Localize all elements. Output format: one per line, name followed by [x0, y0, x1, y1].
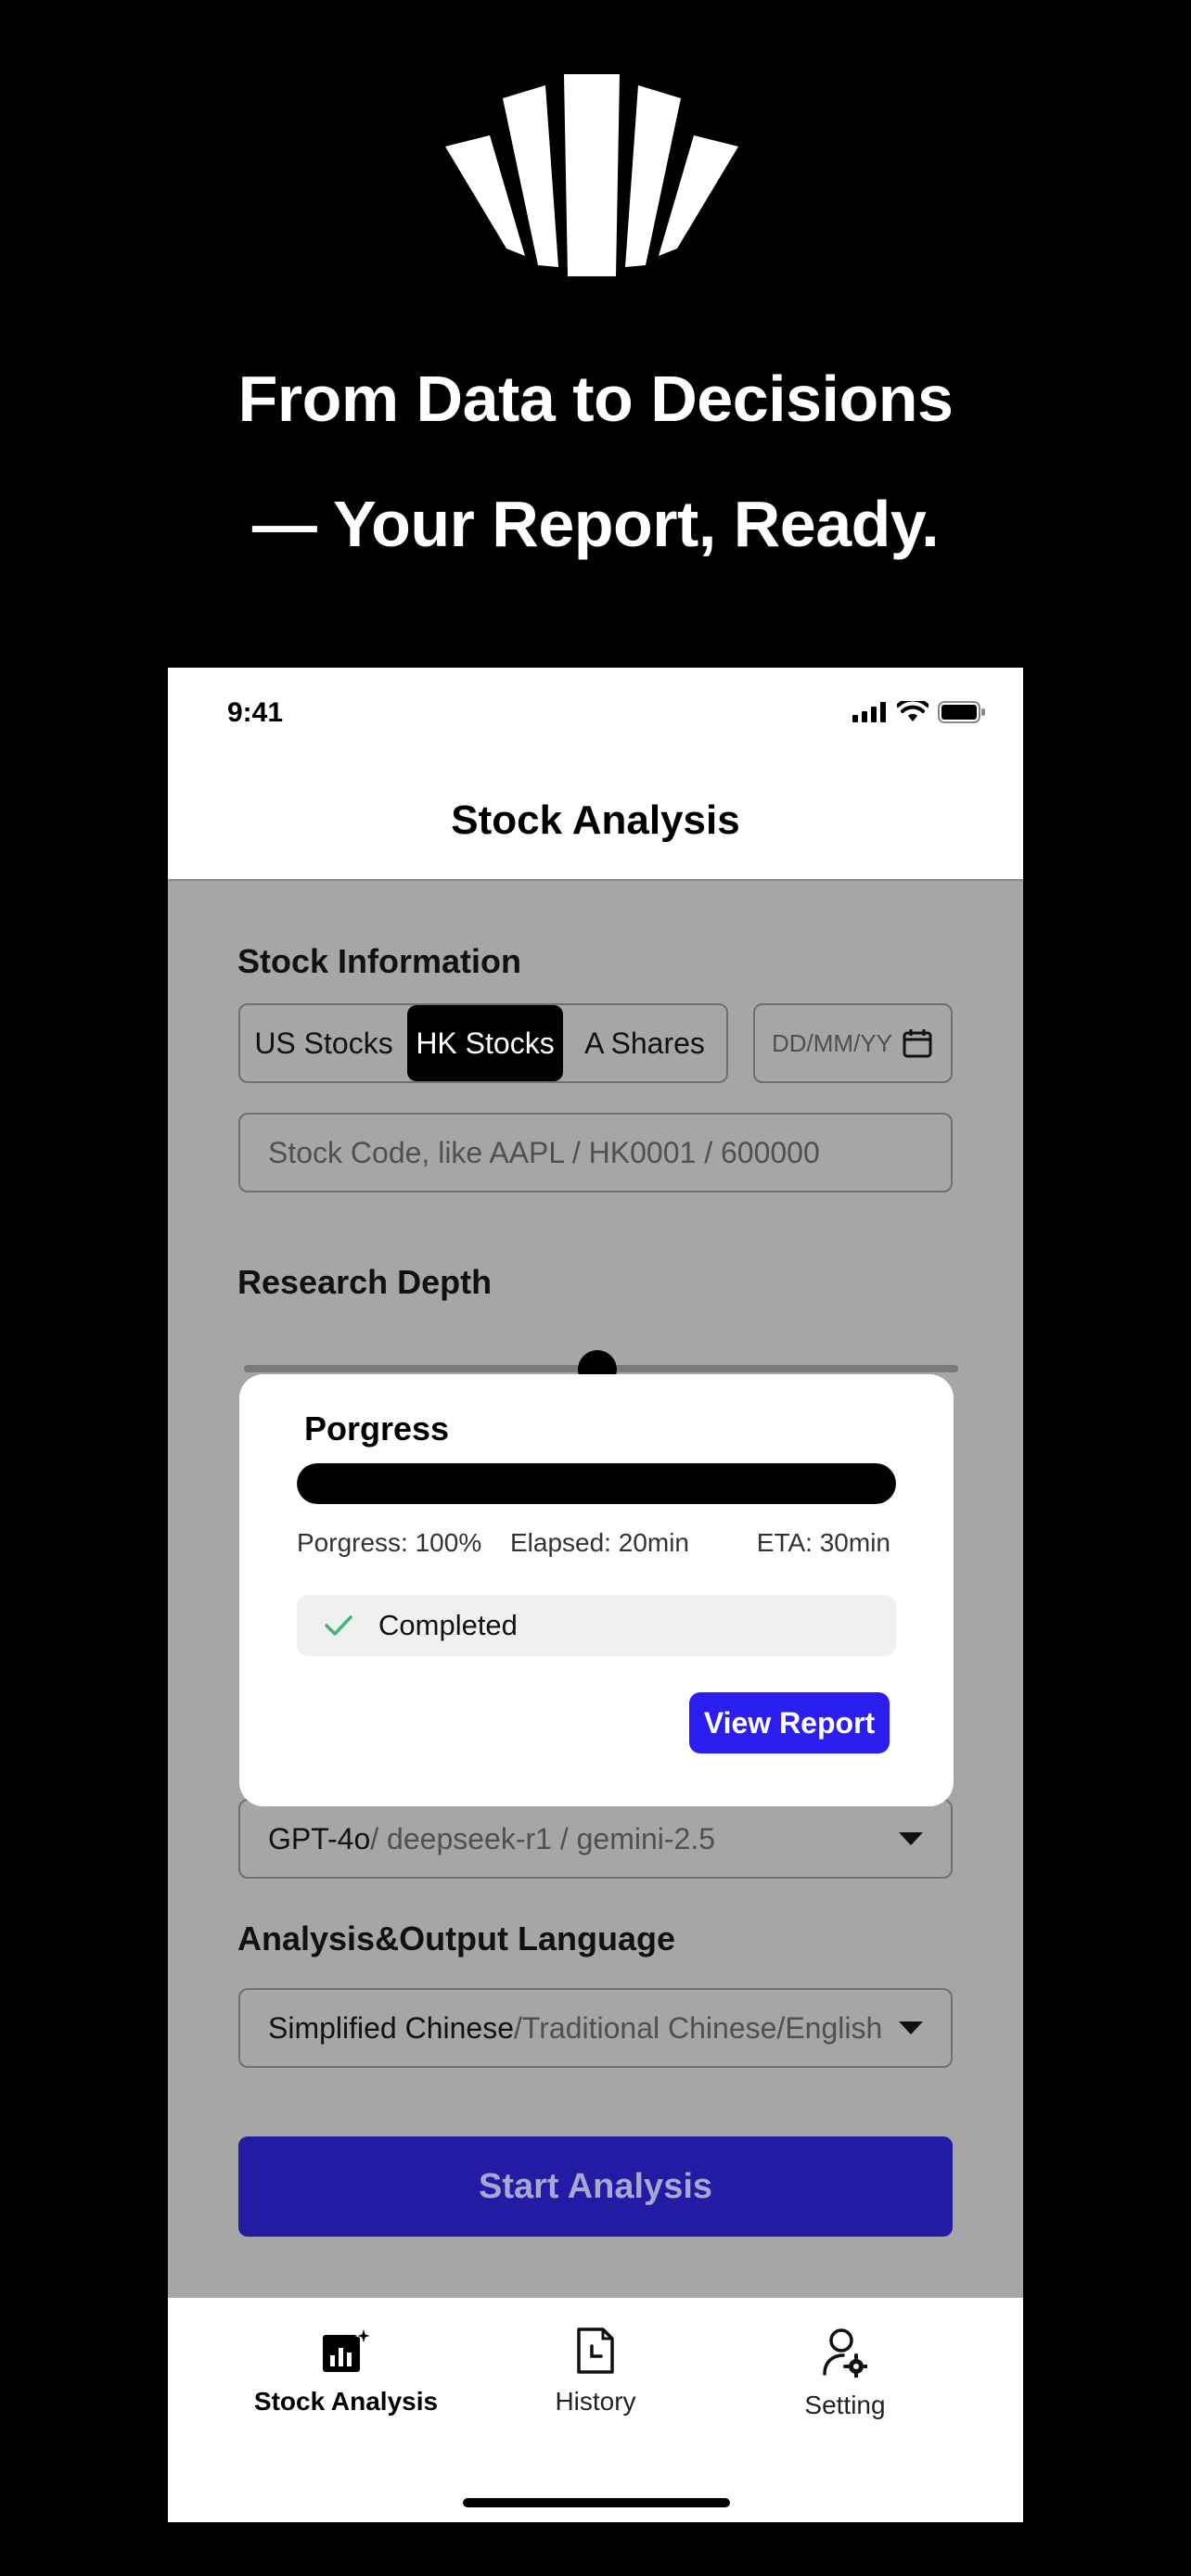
wifi-icon — [897, 701, 928, 721]
status-indicator: Completed — [297, 1595, 896, 1656]
eta-time: ETA: 30min — [756, 1528, 890, 1557]
signal-icon — [852, 702, 886, 722]
phone-screen: 9:41 Stock Analysis Stock Information US — [168, 668, 1023, 2522]
page-title: Stock Analysis — [451, 797, 740, 843]
start-analysis-button[interactable]: Start Analysis — [238, 2136, 953, 2237]
battery-icon — [938, 701, 985, 723]
status-text: Completed — [378, 1609, 518, 1641]
brand-logo — [445, 74, 738, 276]
language-options: /Traditional Chinese/English — [514, 2010, 883, 2045]
stock-information-label: Stock Information — [237, 942, 522, 980]
calendar-icon — [903, 1029, 932, 1058]
segment-hk-stocks[interactable]: HK Stocks — [407, 1005, 563, 1081]
date-placeholder: DD/MM/YY — [772, 1028, 892, 1057]
model-selected: GPT-4o — [268, 1821, 371, 1855]
document-clock-icon — [577, 2327, 614, 2374]
chart-sparkle-icon — [323, 2327, 371, 2372]
progress-title: Porgress — [304, 1409, 450, 1447]
progress-bar — [297, 1463, 896, 1504]
progress-modal: Porgress Porgress: 100% Elapsed: 20min E… — [239, 1374, 954, 1806]
tab-setting[interactable]: Setting — [734, 2327, 956, 2420]
stock-code-input[interactable]: Stock Code, like AAPL / HK0001 / 600000 — [238, 1113, 953, 1192]
segment-a-shares[interactable]: A Shares — [563, 1005, 726, 1081]
tab-label-history: History — [555, 2387, 636, 2416]
tab-label-stock-analysis: Stock Analysis — [253, 2387, 439, 2416]
user-gear-icon — [823, 2328, 867, 2378]
tab-history[interactable]: History — [484, 2327, 707, 2417]
market-segmented-control: US Stocks HK Stocks A Shares — [238, 1003, 728, 1083]
view-report-button[interactable]: View Report — [689, 1692, 890, 1753]
status-time: 9:41 — [227, 697, 284, 728]
check-icon — [325, 1615, 352, 1636]
headline-line-2: — Your Report, Ready. — [251, 488, 940, 560]
language-label: Analysis&Output Language — [237, 1919, 676, 1958]
chevron-down-icon — [899, 2021, 923, 2034]
model-select[interactable]: GPT-4o / deepseek-r1 / gemini-2.5 — [238, 1799, 953, 1879]
progress-percent: Porgress: 100% — [297, 1528, 482, 1557]
language-selected: Simplified Chinese — [268, 2010, 515, 2045]
tab-bar: Stock Analysis History Setting — [168, 2298, 1023, 2522]
model-options: / deepseek-r1 / gemini-2.5 — [370, 1821, 716, 1855]
elapsed-time: Elapsed: 20min — [510, 1528, 690, 1557]
chevron-down-icon — [899, 1832, 923, 1845]
status-and-nav-bar: 9:41 Stock Analysis — [168, 668, 1023, 881]
progress-bar-fill — [297, 1463, 896, 1504]
tab-stock-analysis[interactable]: Stock Analysis — [235, 2327, 457, 2417]
research-depth-label: Research Depth — [237, 1263, 493, 1301]
segment-us-stocks[interactable]: US Stocks — [240, 1005, 407, 1081]
status-icons — [852, 701, 986, 723]
headline-line-1: From Data to Decisions — [237, 363, 954, 435]
home-indicator — [463, 2498, 730, 2507]
language-select[interactable]: Simplified Chinese/Traditional Chinese/E… — [238, 1988, 953, 2068]
stock-code-placeholder: Stock Code, like AAPL / HK0001 / 600000 — [268, 1135, 820, 1169]
tab-label-setting: Setting — [804, 2391, 886, 2419]
date-field[interactable]: DD/MM/YY — [753, 1003, 953, 1083]
